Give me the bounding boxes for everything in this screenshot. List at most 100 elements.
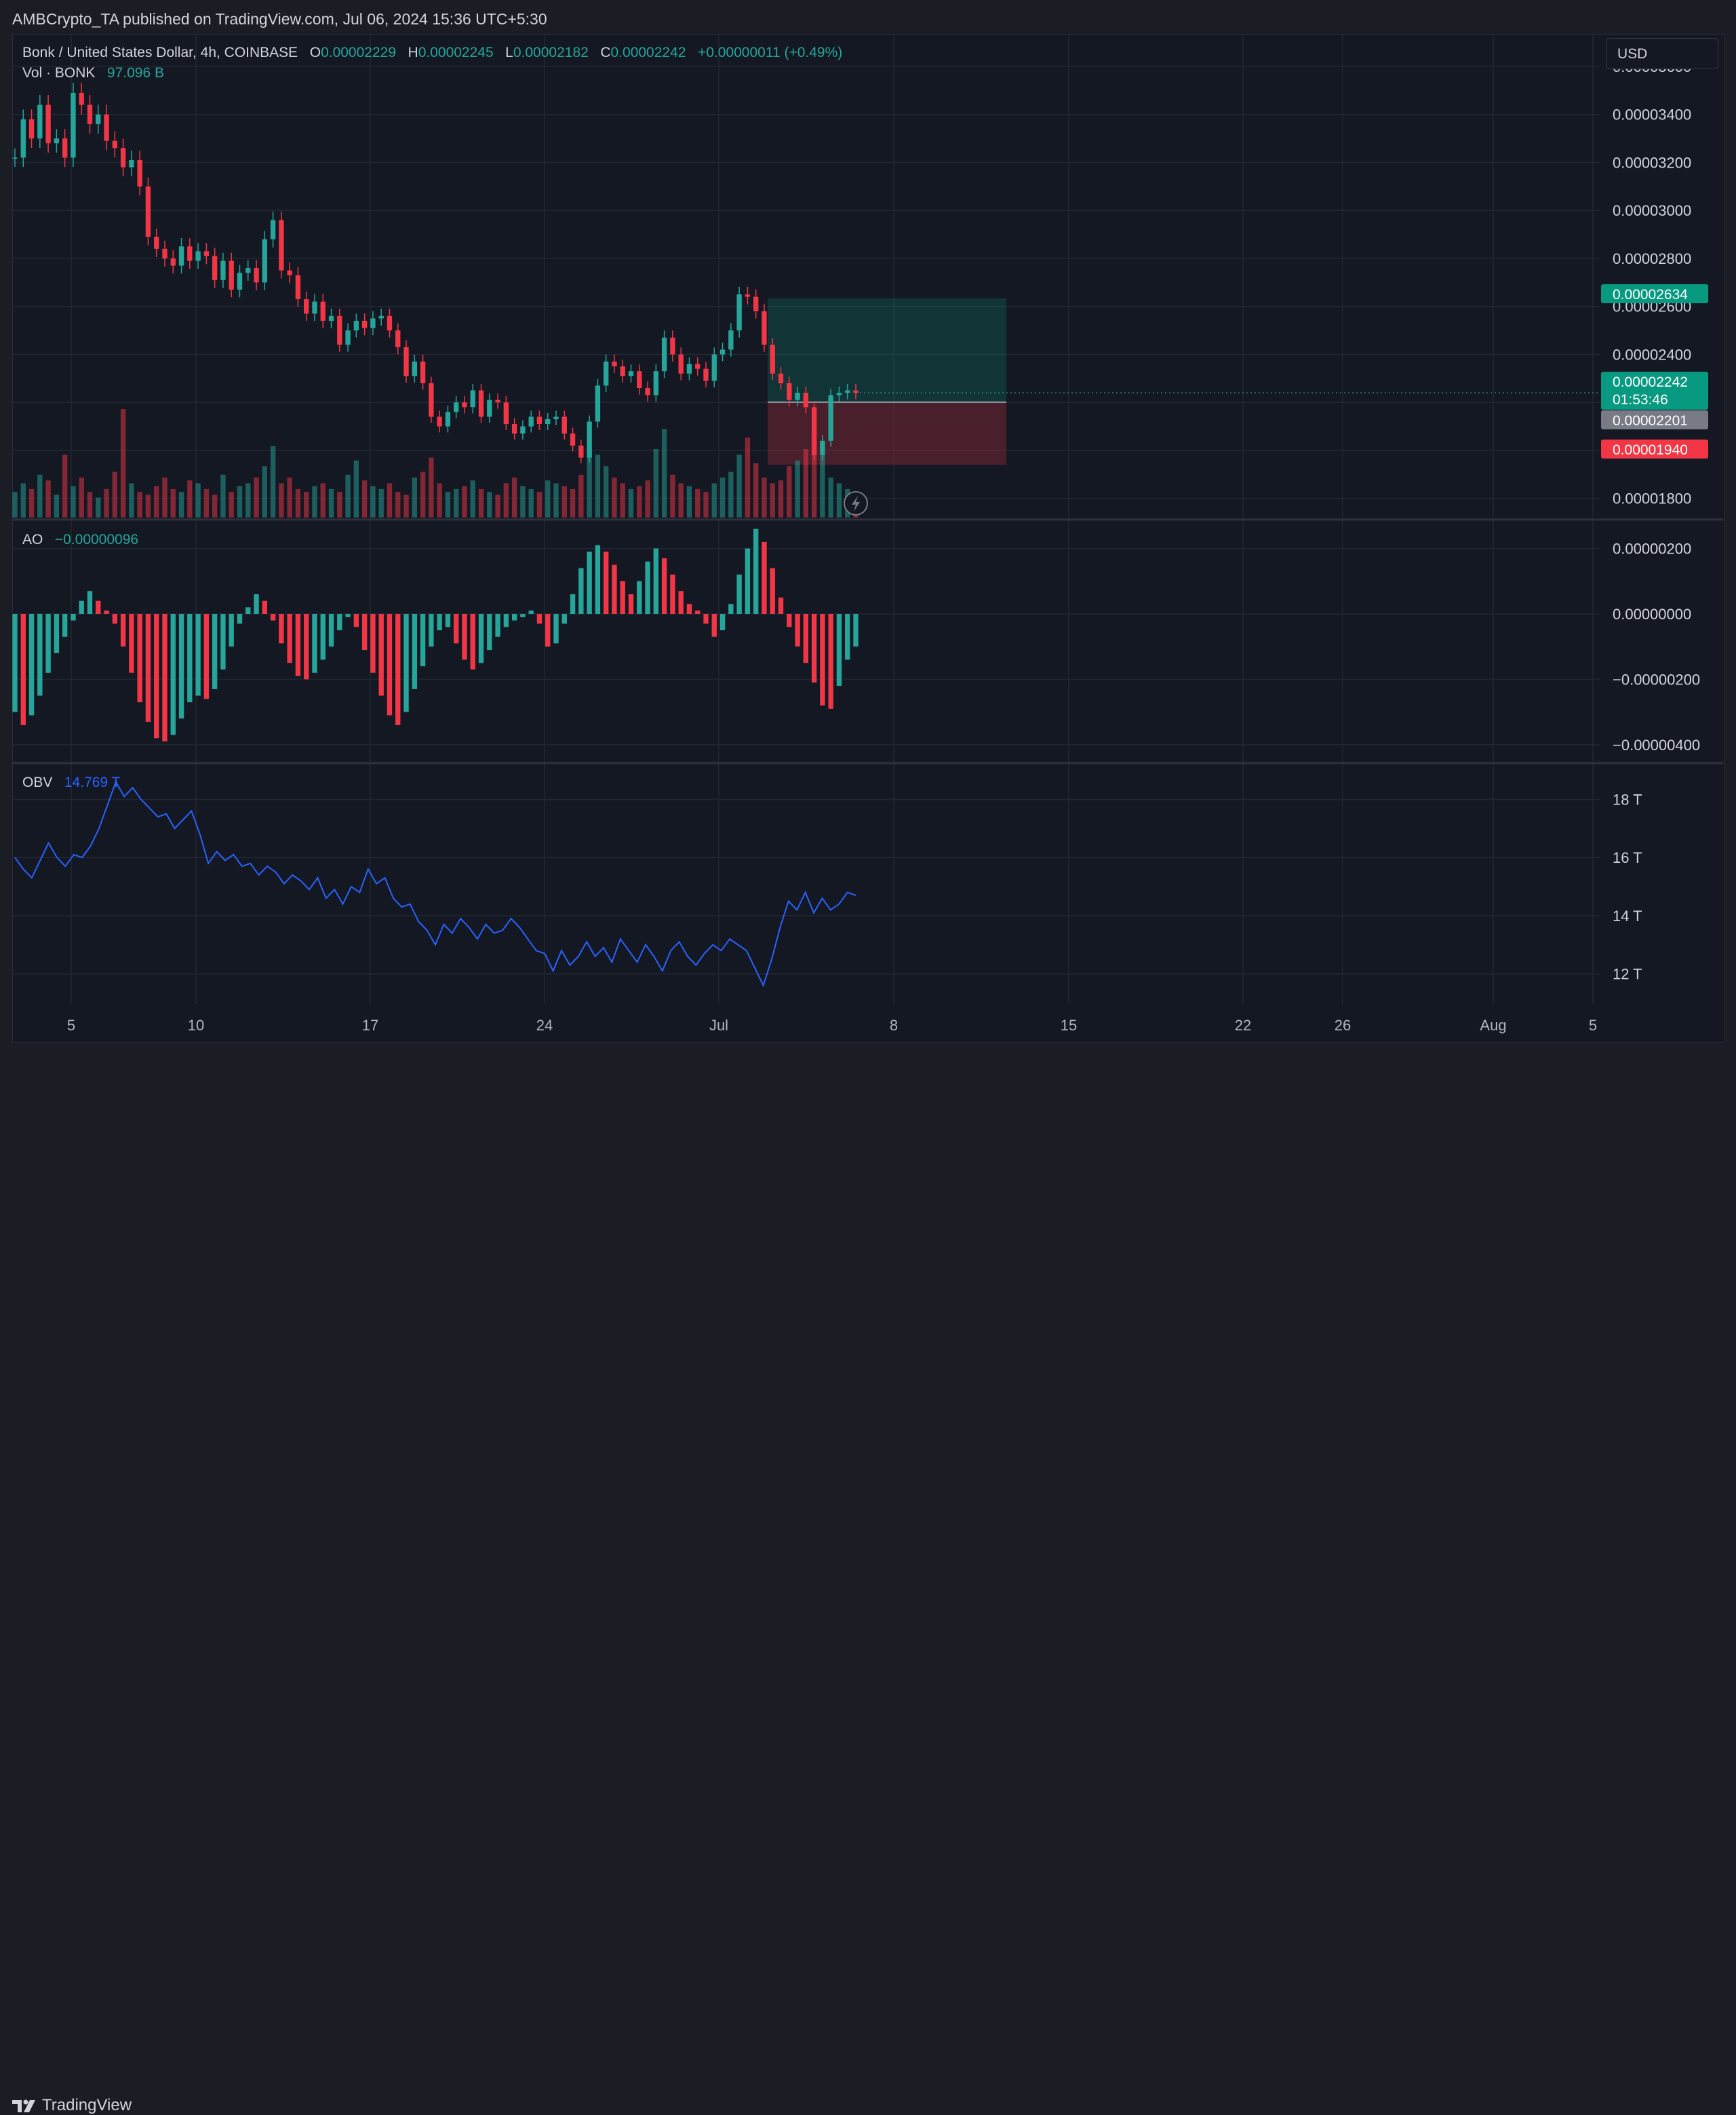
candle [370,311,376,336]
candle [71,83,76,168]
ao-bar [20,614,26,725]
ao-bar [320,614,326,660]
symbol-title[interactable]: Bonk / United States Dollar, 4h, COINBAS… [22,45,298,60]
candle [45,94,51,153]
volume-bar [828,478,833,518]
ao-legend[interactable]: AO −0.00000096 [22,532,138,548]
price-tick-label: 0.00003400 [1613,106,1691,123]
volume-bar [645,480,650,518]
volume-bar [245,483,251,518]
candle [145,177,151,246]
candle [711,347,717,388]
profit-zone[interactable] [768,298,1006,402]
ao-bar [462,614,467,660]
open-label: O [309,45,321,60]
ao-bar [162,614,167,742]
ao-bar [570,594,576,615]
candle [162,240,167,267]
candle [187,238,193,269]
candle [762,303,767,352]
volume-bar [87,492,93,518]
volume-label: Vol · BONK [22,65,96,81]
candle [62,129,68,168]
ao-bar [445,614,451,627]
candle [129,151,134,177]
ao-bar [12,614,18,712]
candle [237,265,243,298]
candle [287,262,292,284]
candle [462,395,467,414]
volume-bar [328,488,334,518]
candle [495,393,500,409]
volume-bar [345,474,351,518]
bottom-bar: TradingView [0,1043,1736,2114]
volume-bar [670,474,675,518]
volume-bar [187,480,193,518]
ao-bar [536,614,542,624]
ao-bar [254,594,259,615]
candle [478,383,484,423]
ao-bar [178,614,184,719]
symbol-legend[interactable]: Bonk / United States Dollar, 4h, COINBAS… [22,45,842,61]
ao-bar [637,581,642,615]
candle [503,395,509,431]
replay-lightning-icon[interactable] [844,491,868,516]
volume-bar [719,478,726,518]
volume-bar [37,474,43,518]
volume-value: 97.096 B [106,65,164,81]
candle [454,395,459,419]
pane-separators[interactable] [12,518,1723,764]
candle [87,94,93,134]
ao-bar [312,614,317,673]
volume-bar [520,486,526,518]
candle [811,401,817,461]
candle [120,138,126,177]
candle [553,410,559,426]
volume-bar [353,460,359,518]
volume-bar [154,486,159,518]
currency-select[interactable]: USD [1606,38,1718,69]
x-tick-label: 10 [188,1017,204,1034]
candle [37,94,43,149]
volume-bar [628,488,634,518]
candle [620,360,625,383]
volume-legend[interactable]: Vol · BONK 97.096 B [22,65,164,81]
ao-bar [811,614,817,683]
ao-bar [495,614,500,637]
candle [753,289,759,319]
volume-bar [12,492,18,518]
obv-legend[interactable]: OBV 14.769 T [22,775,120,791]
tradingview-logo[interactable]: TradingView [12,2096,132,2115]
close-value: 0.00002242 [610,45,686,60]
volume-bar [795,460,800,518]
position-tool[interactable] [768,298,1006,465]
volume-bar [287,478,292,518]
x-tick-label: Jul [709,1017,728,1034]
ao-bar [195,614,201,696]
ao-bar [670,575,675,615]
candle [270,211,276,248]
volume-bar [820,454,825,518]
candle [254,260,259,290]
candle [112,131,118,158]
candle [686,357,692,381]
volume-bar [778,480,784,518]
ao-bar [96,600,101,615]
ao-bar [736,575,742,615]
price-tick-label: 0.00002800 [1613,250,1691,267]
candle [736,286,742,338]
ao-bar [470,614,475,670]
low-label: L [505,45,513,60]
ao-bar [37,614,43,696]
ao-bar [87,591,93,615]
x-tick-label: 15 [1061,1017,1077,1034]
ao-bar [778,597,784,615]
candle [645,381,650,402]
ao-bar [828,614,833,709]
volume-bar [653,448,659,518]
ao-bar [137,614,142,703]
candle [345,323,351,352]
chart-svg[interactable]: 5101724Jul8152226Aug50.000036000.0000340… [0,0,1736,1085]
entry-price-label: 0.00002201 [1613,413,1688,429]
change-value: +0.00000011 (+0.49%) [697,45,843,60]
